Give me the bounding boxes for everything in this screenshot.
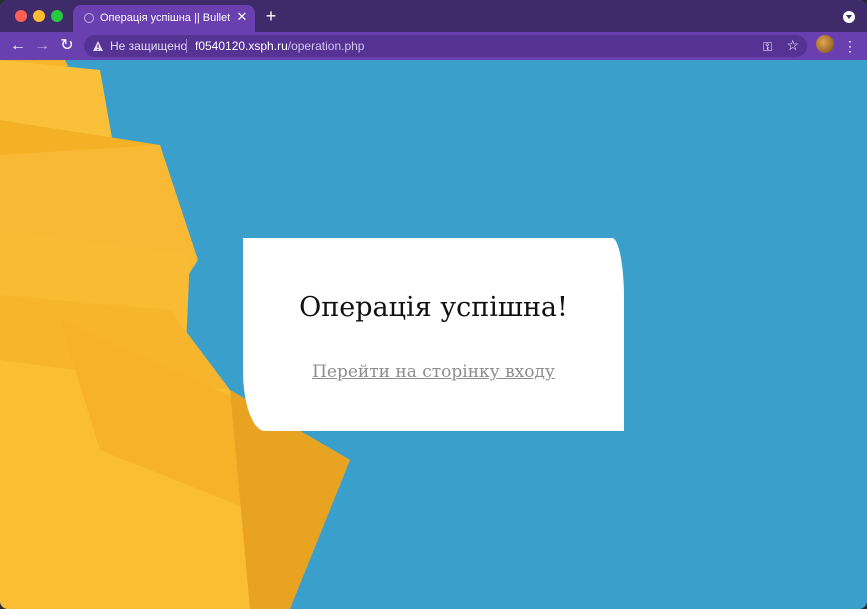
security-status[interactable]: Не защищено (110, 39, 187, 53)
close-icon[interactable]: ✕ (235, 10, 249, 24)
tab-title: Операція успішна || Bullet (100, 12, 230, 24)
page-viewport: Операція успішна! Перейти на сторінку вх… (0, 60, 867, 609)
forward-button[interactable]: → (32, 36, 52, 56)
star-icon[interactable]: ☆ (786, 37, 799, 54)
active-tab[interactable]: Операція успішна || Bullet ✕ (73, 5, 255, 32)
browser-window: Операція успішна || Bullet ✕ + ← → ↻ Не … (0, 0, 867, 609)
address-bar[interactable]: Не защищено f0540120.xsph.ru/operation.p… (84, 35, 807, 57)
tab-strip: Операція успішна || Bullet ✕ + (0, 0, 867, 32)
back-button[interactable]: ← (8, 36, 28, 56)
new-tab-button[interactable]: + (263, 7, 279, 25)
window-maximize-button[interactable] (51, 10, 63, 22)
url-text[interactable]: f0540120.xsph.ru/operation.php (195, 39, 364, 53)
success-card: Операція успішна! Перейти на сторінку вх… (243, 238, 624, 431)
globe-icon (84, 13, 94, 23)
login-page-link[interactable]: Перейти на сторінку входу (243, 362, 624, 382)
page-title: Операція успішна! (299, 292, 568, 323)
address-divider (186, 39, 187, 53)
tab-search-icon[interactable] (843, 11, 855, 23)
url-host: f0540120.xsph.ru (195, 39, 288, 53)
reload-button[interactable]: ↻ (57, 36, 77, 56)
warning-icon (93, 41, 103, 51)
window-close-button[interactable] (15, 10, 27, 22)
more-menu-icon[interactable]: ⋮ (843, 36, 857, 56)
toolbar: ← → ↻ Не защищено f0540120.xsph.ru/opera… (0, 32, 867, 60)
avatar[interactable] (816, 35, 834, 53)
window-minimize-button[interactable] (33, 10, 45, 22)
url-path: /operation.php (287, 39, 365, 53)
key-icon[interactable]: ⚿ (763, 40, 777, 54)
